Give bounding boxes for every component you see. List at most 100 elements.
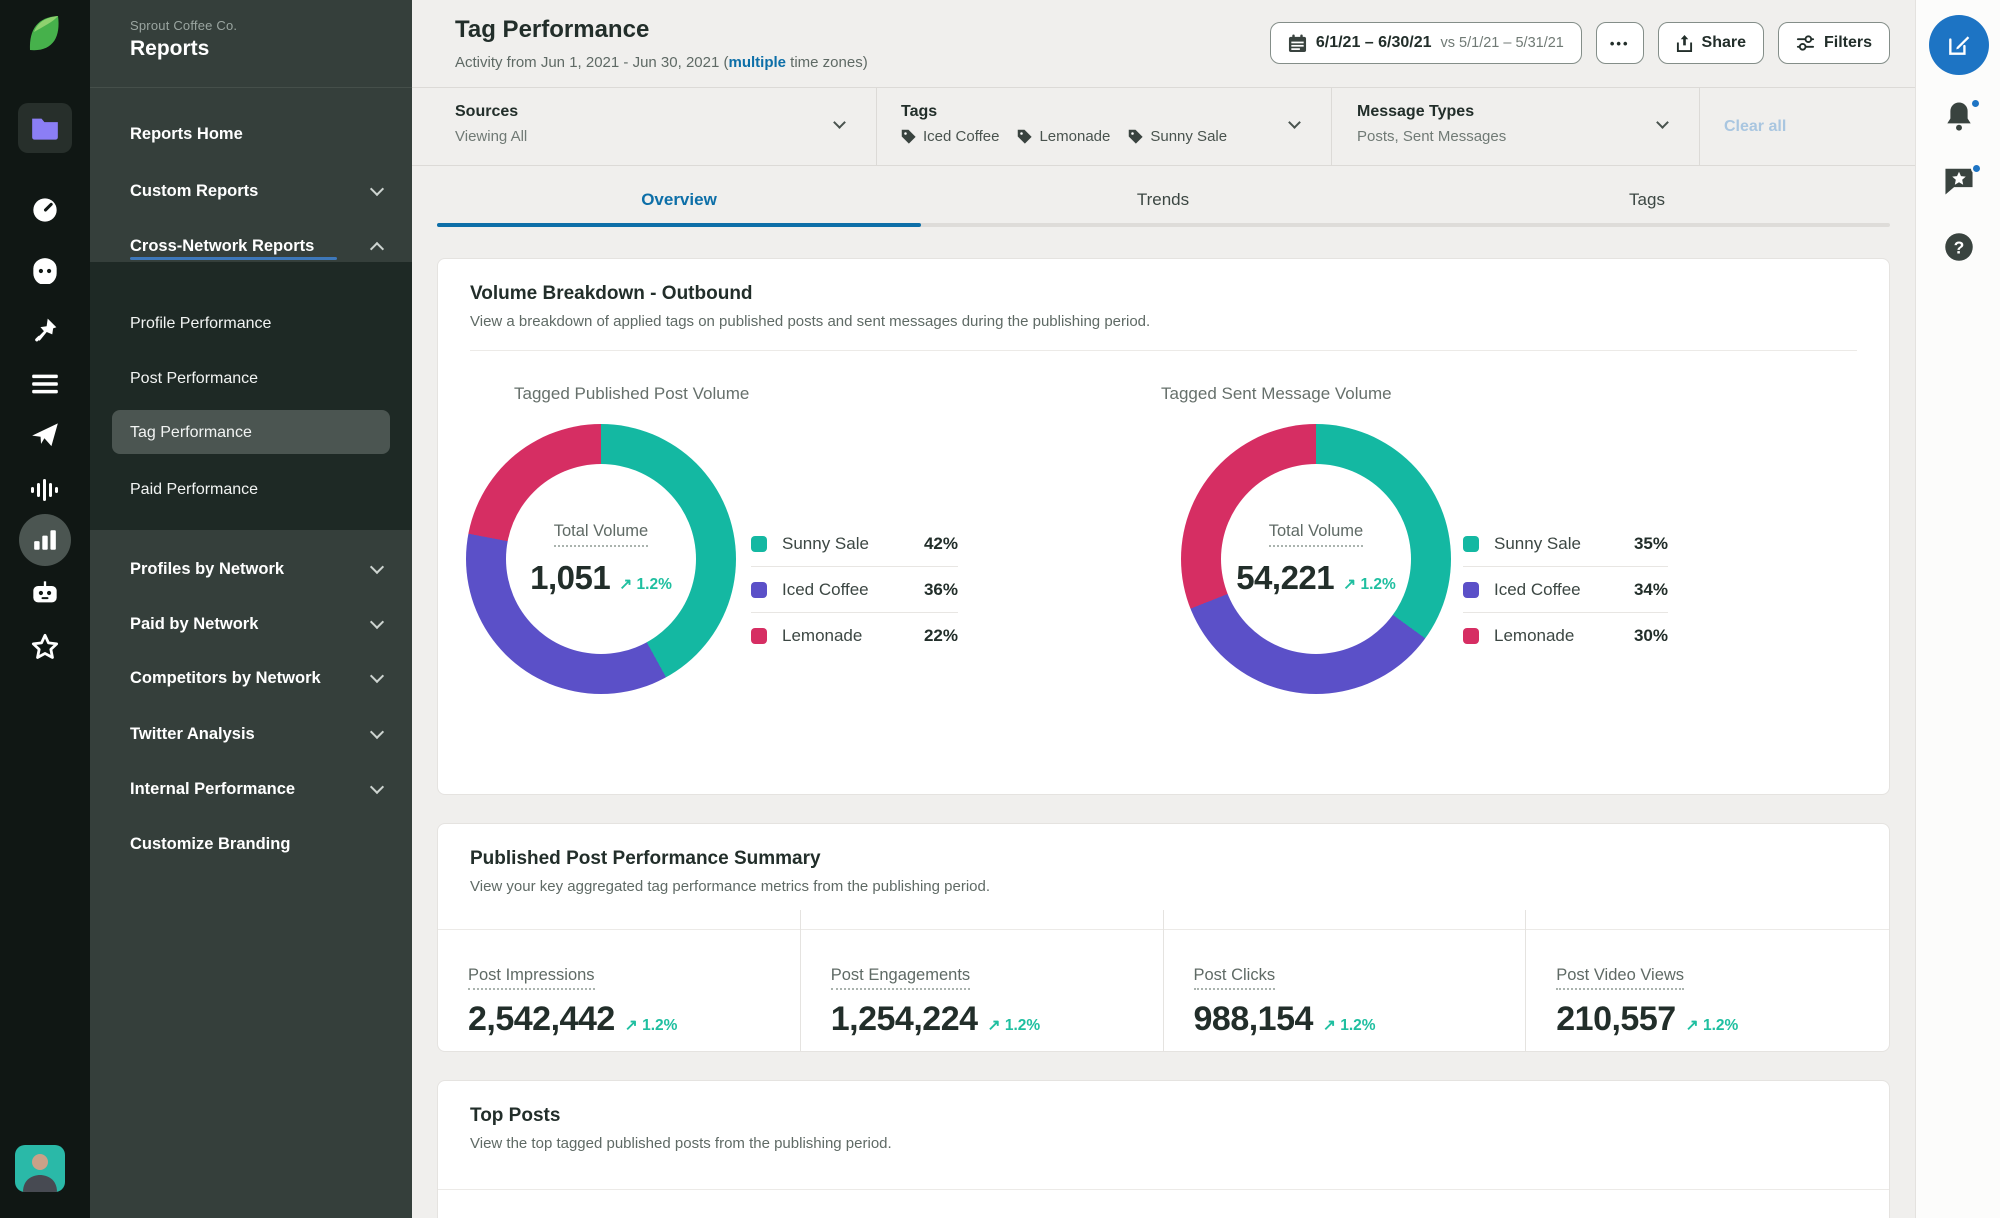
listening-waveform-icon[interactable] — [0, 476, 90, 504]
tab-overview[interactable]: Overview — [437, 190, 921, 210]
donut-chart-published: Total Volume 1,051 ↗ 1.2% — [466, 424, 736, 694]
legend-swatch — [751, 581, 767, 598]
sidebar-item-internal-performance[interactable]: Internal Performance — [130, 777, 385, 801]
date-range-button[interactable]: 6/1/21 – 6/30/21 vs 5/1/21 – 5/31/21 — [1269, 22, 1582, 64]
sidebar-title: Reports — [130, 37, 210, 60]
tag-chip: Lemonade — [1017, 128, 1110, 145]
legend-row: Sunny Sale 42% — [751, 521, 958, 566]
summary-header: Published Post Performance Summary View … — [438, 824, 1889, 895]
inbox-mask-icon[interactable] — [0, 258, 90, 284]
metric-post-video-views: Post Video Views 210,557 ↗ 1.2% — [1556, 966, 1739, 1038]
page-subtitle: Activity from Jun 1, 2021 - Jun 30, 2021… — [455, 54, 868, 71]
sidebar-item-paid-performance[interactable]: Paid Performance — [130, 478, 382, 502]
sidebar-divider — [90, 87, 412, 88]
feed-list-icon[interactable] — [0, 372, 90, 396]
legend-swatch — [1463, 535, 1479, 552]
volume-breakdown-card: Volume Breakdown - Outbound View a break… — [437, 258, 1890, 795]
more-options-button[interactable]: ••• — [1595, 22, 1644, 64]
top-posts-header: Top Posts View the top tagged published … — [438, 1081, 1889, 1152]
chevron-down-icon — [369, 779, 385, 795]
sidebar-item-profile-performance[interactable]: Profile Performance — [130, 312, 382, 336]
total-volume-label: Total Volume — [553, 522, 649, 547]
sidebar-header: Sprout Coffee Co. Reports — [130, 18, 237, 61]
bot-icon[interactable] — [0, 580, 90, 606]
tag-chip: Iced Coffee — [901, 128, 999, 145]
tags-filter[interactable]: Tags Iced Coffee Lemonade Sunny Sale — [877, 88, 1332, 165]
sidebar-item-twitter-analysis[interactable]: Twitter Analysis — [130, 722, 385, 746]
metrics-row: Post Impressions 2,542,442 ↗ 1.2% Post E… — [438, 910, 1889, 1051]
rail-item-reports-folder[interactable] — [0, 103, 90, 153]
compose-pencil-icon — [1948, 36, 1969, 55]
multiple-timezones-link[interactable]: multiple — [728, 54, 786, 71]
share-button[interactable]: Share — [1657, 22, 1764, 64]
user-avatar[interactable] — [15, 1145, 65, 1192]
card-divider — [470, 350, 1857, 351]
sidebar-item-cross-network-reports[interactable]: Cross-Network Reports — [130, 234, 385, 258]
delta-badge: ↗ 1.2% — [1343, 575, 1396, 593]
delta-badge: ↗ 1.2% — [1685, 1017, 1739, 1034]
total-volume-value: 54,221 — [1236, 558, 1335, 596]
header-actions: 6/1/21 – 6/30/21 vs 5/1/21 – 5/31/21 •••… — [1269, 22, 1890, 64]
chevron-down-icon — [369, 668, 385, 684]
published-chart-legend: Sunny Sale 42% Iced Coffee 36% Lemonade … — [751, 521, 958, 658]
donut-center: Total Volume 1,051 ↗ 1.2% — [506, 464, 696, 654]
sidebar-item-tag-performance[interactable]: Tag Performance — [130, 421, 382, 445]
tab-tags[interactable]: Tags — [1405, 190, 1889, 210]
active-tab-indicator — [437, 223, 921, 227]
legend-swatch — [751, 535, 767, 552]
rail-item-reports-active[interactable] — [0, 514, 90, 566]
sidebar-item-competitors-by-network[interactable]: Competitors by Network — [130, 666, 385, 690]
notification-dot — [1970, 98, 1981, 109]
sidebar-item-custom-reports[interactable]: Custom Reports — [130, 179, 385, 203]
card-subtitle: View the top tagged published posts from… — [470, 1135, 892, 1152]
delta-badge: ↗ 1.2% — [619, 575, 672, 593]
top-posts-card: Top Posts View the top tagged published … — [437, 1080, 1890, 1218]
help-icon[interactable]: ? — [1916, 232, 2000, 262]
sidebar-item-paid-by-network[interactable]: Paid by Network — [130, 612, 385, 636]
clear-all-button[interactable]: Clear all — [1724, 118, 1786, 136]
feedback-chat-icon[interactable] — [1916, 163, 2000, 196]
filters-sliders-icon — [1796, 35, 1815, 51]
compose-circle — [1928, 15, 1989, 75]
legend-swatch — [1463, 581, 1479, 598]
sidebar-item-profiles-by-network[interactable]: Profiles by Network — [130, 557, 385, 581]
pin-icon[interactable] — [0, 317, 90, 343]
legend-row: Lemonade 22% — [751, 613, 958, 658]
sidebar-item-customize-branding[interactable]: Customize Branding — [130, 832, 382, 856]
sources-filter[interactable]: Sources Viewing All — [412, 88, 877, 165]
sent-chart-title: Tagged Sent Message Volume — [1161, 384, 1392, 403]
published-chart-title: Tagged Published Post Volume — [514, 384, 750, 403]
card-subtitle: View a breakdown of applied tags on publ… — [470, 313, 1151, 330]
sidebar-item-post-performance[interactable]: Post Performance — [130, 367, 382, 391]
legend-row: Sunny Sale 35% — [1463, 521, 1668, 566]
star-icon[interactable] — [0, 633, 90, 661]
message-types-filter[interactable]: Message Types Posts, Sent Messages — [1332, 88, 1700, 165]
legend-swatch — [751, 627, 767, 644]
card-title: Volume Breakdown - Outbound — [470, 283, 753, 304]
notifications-bell-icon[interactable] — [1916, 98, 2000, 132]
main-content: Tag Performance Activity from Jun 1, 202… — [412, 0, 1915, 1218]
sources-value: Viewing All — [455, 128, 528, 145]
tab-trends[interactable]: Trends — [921, 190, 1405, 210]
svg-text:?: ? — [1953, 237, 1964, 257]
delta-badge: ↗ 1.2% — [1322, 1017, 1376, 1034]
legend-row: Iced Coffee 34% — [1463, 567, 1668, 612]
chevron-down-icon — [369, 181, 385, 197]
sent-chart-legend: Sunny Sale 35% Iced Coffee 34% Lemonade … — [1463, 521, 1668, 658]
card-subtitle: View your key aggregated tag performance… — [470, 878, 990, 895]
calendar-icon — [1288, 33, 1306, 52]
active-rail-highlight — [18, 103, 72, 153]
folder-icon — [32, 118, 58, 140]
legend-row: Lemonade 30% — [1463, 613, 1668, 658]
message-types-value: Posts, Sent Messages — [1357, 128, 1507, 145]
report-tabs: Overview Trends Tags — [412, 166, 1915, 236]
filters-button[interactable]: Filters — [1777, 22, 1890, 64]
dashboard-gauge-icon[interactable] — [0, 196, 90, 224]
sidebar-item-reports-home[interactable]: Reports Home — [130, 122, 382, 146]
publish-plane-icon[interactable] — [0, 421, 90, 449]
donut-chart-sent: Total Volume 54,221 ↗ 1.2% — [1181, 424, 1451, 694]
tag-icon — [1018, 129, 1033, 144]
compose-button[interactable] — [1916, 15, 2000, 75]
sprout-logo-icon[interactable] — [0, 12, 90, 58]
utility-rail: ? — [1915, 0, 2000, 1218]
